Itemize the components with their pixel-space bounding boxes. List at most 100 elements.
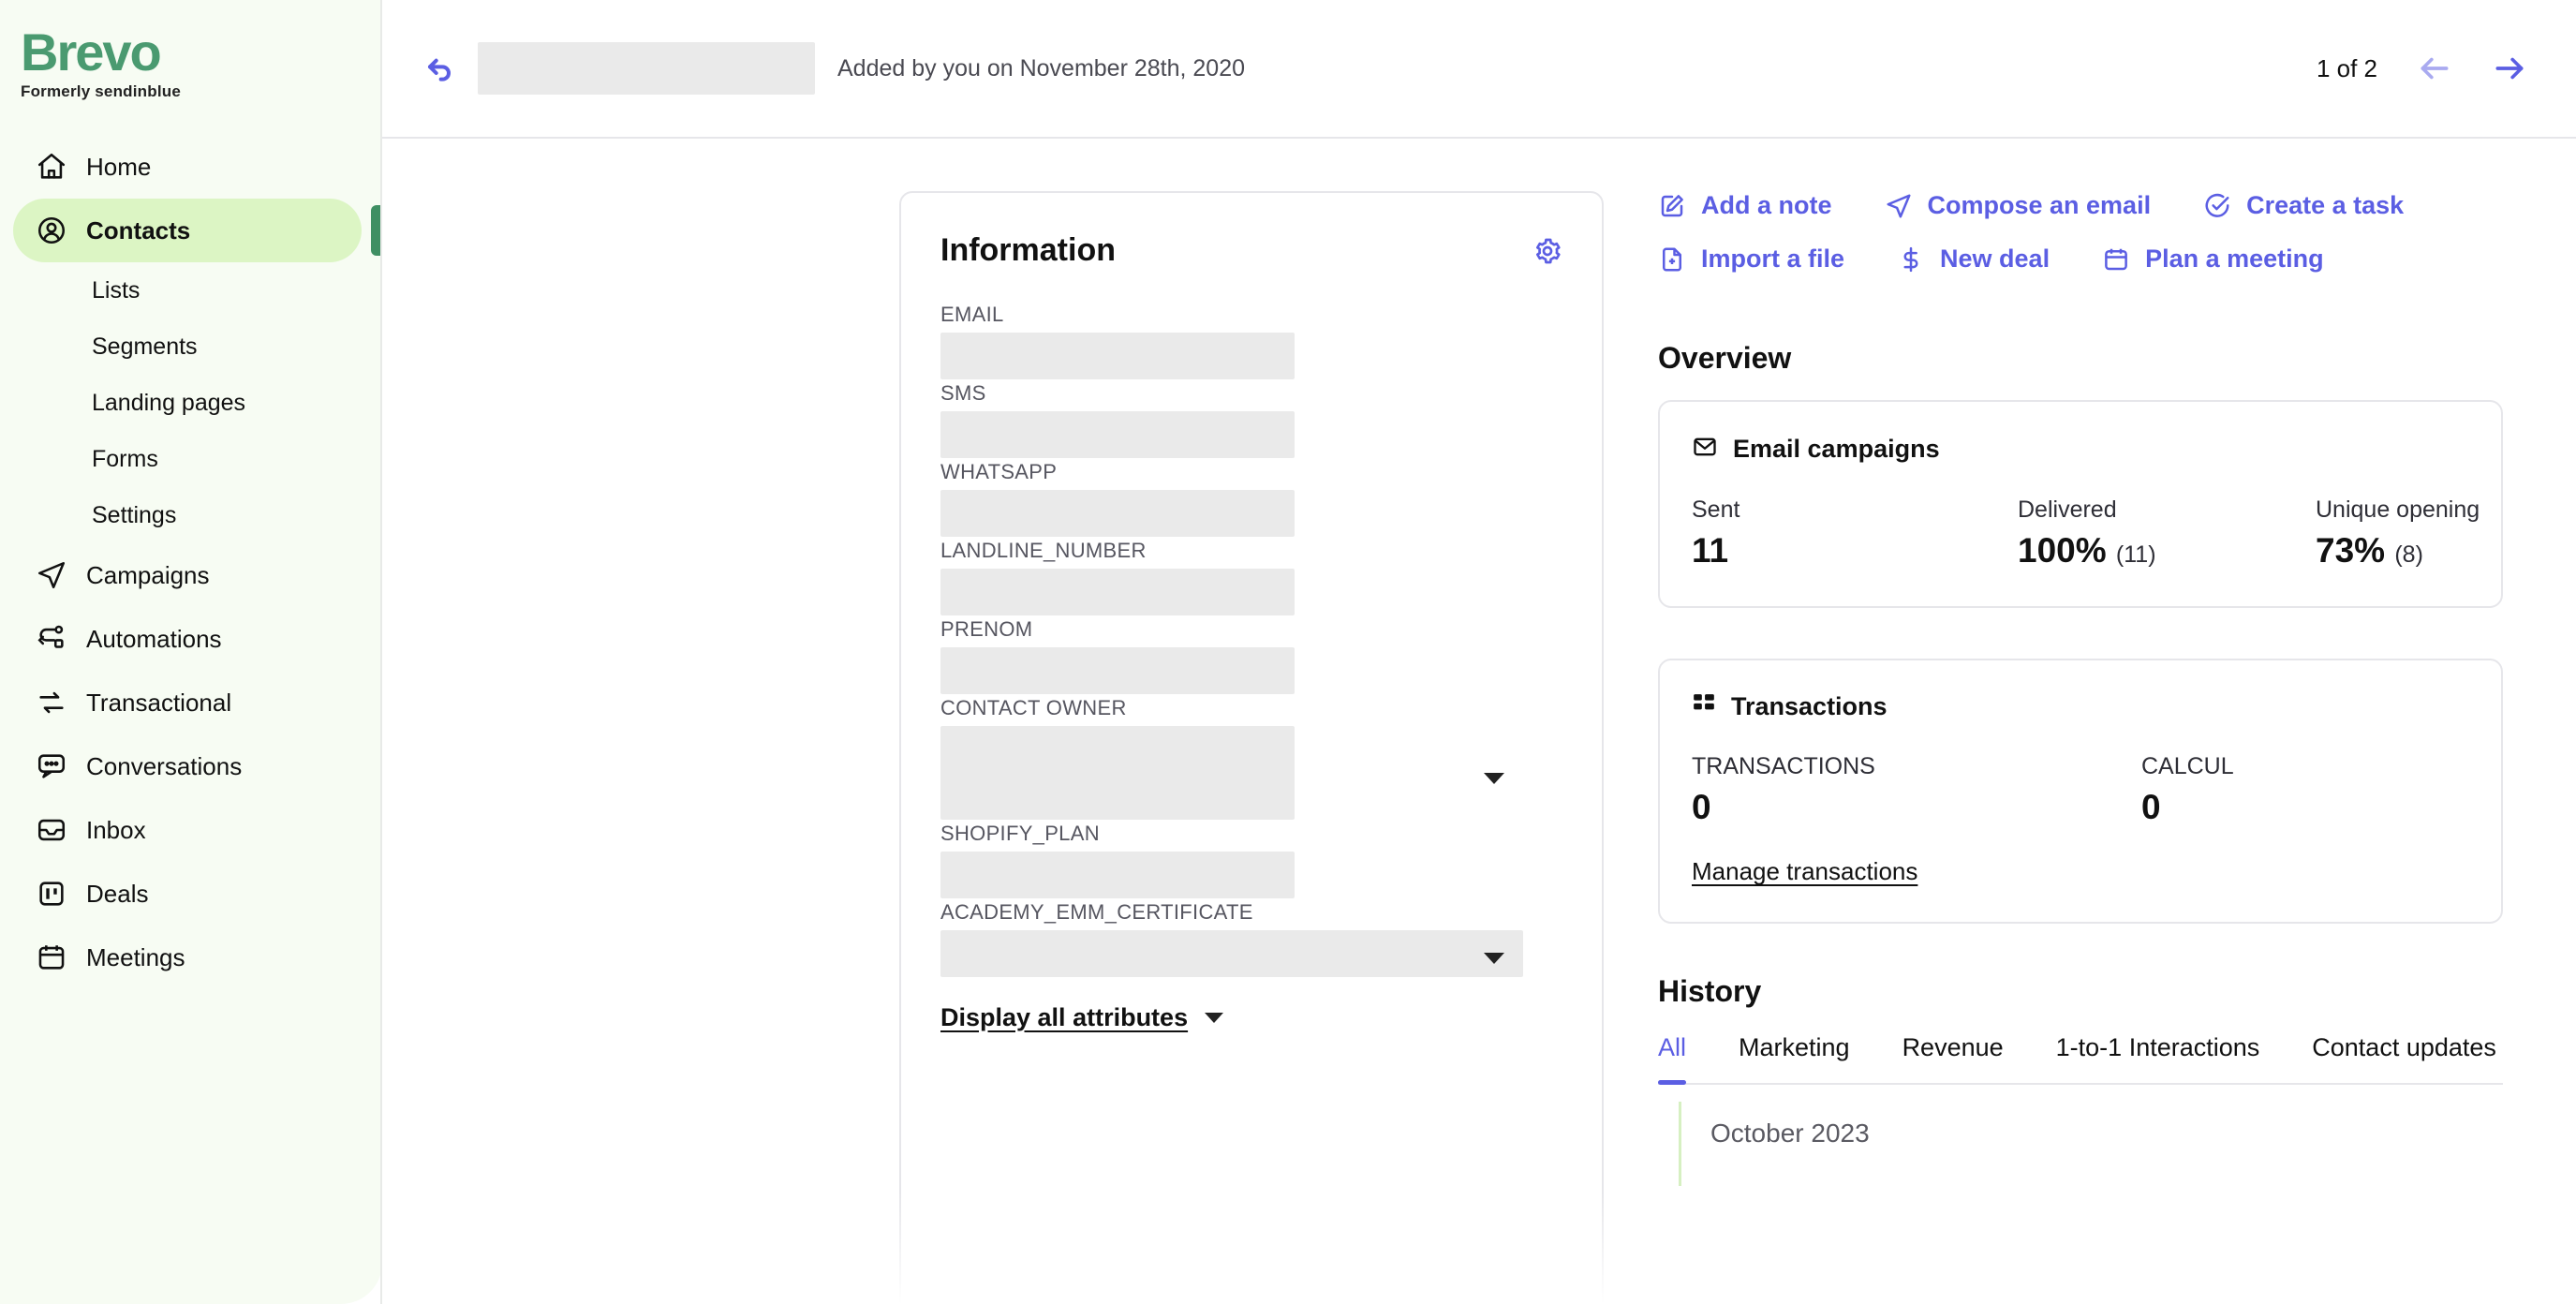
tab-label: 1-to-1 Interactions <box>2055 1033 2260 1061</box>
tab-revenue[interactable]: Revenue <box>1902 1033 2004 1083</box>
brand-logo[interactable]: Brevo Formerly sendinblue <box>0 13 382 101</box>
sidebar-item-label: Contacts <box>86 215 191 244</box>
sidebar-item-segments[interactable]: Segments <box>13 319 362 375</box>
grid-icon <box>1692 692 1716 721</box>
whatsapp-field[interactable] <box>940 490 1295 537</box>
manage-transactions-link[interactable]: Manage transactions <box>1692 857 1917 886</box>
stat-number: 100% <box>2018 531 2107 570</box>
brand-tagline: Formerly sendinblue <box>21 82 182 100</box>
send-icon <box>32 556 71 595</box>
import-a-file-button[interactable]: Import a file <box>1658 244 1844 274</box>
gear-icon[interactable] <box>1532 236 1562 266</box>
field-prenom: PRENOM <box>940 617 1562 694</box>
sidebar-item-label: Home <box>86 152 152 181</box>
stat-value: 11 <box>1692 531 2018 570</box>
create-a-task-button[interactable]: Create a task <box>2203 191 2404 220</box>
stat-calcul: CALCUL 0 <box>2141 753 2234 827</box>
contact-icon <box>32 211 71 250</box>
tab-1-to-1-interactions[interactable]: 1-to-1 Interactions <box>2056 1033 2260 1083</box>
information-card: Information EMAIL SMS WHATSAPP LANDLINE_… <box>899 191 1604 1304</box>
calendar-icon <box>2102 245 2130 274</box>
stat-value: 73% (8) <box>2316 531 2576 570</box>
sms-field[interactable] <box>940 411 1295 458</box>
field-label: EMAIL <box>940 303 1004 326</box>
chevron-down-icon[interactable] <box>1484 953 1504 964</box>
email-field[interactable] <box>940 333 1295 379</box>
field-sms: SMS <box>940 381 1562 458</box>
stat-value: 0 <box>1692 788 1711 826</box>
tab-label: Contact updates <box>2312 1033 2496 1061</box>
sidebar-item-lists[interactable]: Lists <box>13 262 362 319</box>
action-label: Add a note <box>1701 191 1832 219</box>
academy-emm-certificate-select[interactable] <box>940 930 1523 977</box>
prenom-field[interactable] <box>940 647 1295 694</box>
sidebar-item-settings[interactable]: Settings <box>13 487 362 543</box>
email-campaign-stats: Sent 11 Delivered 100% (11) Unique openi… <box>1692 496 2480 570</box>
sidebar-item-automations[interactable]: Automations <box>13 607 362 671</box>
arrow-left-icon[interactable] <box>2417 51 2452 86</box>
quick-actions-toolbar: Add a note Compose an email Create a tas… <box>1658 191 2503 298</box>
shopify-plan-field[interactable] <box>940 852 1295 898</box>
display-all-attributes-button[interactable]: Display all attributes <box>940 1003 1562 1032</box>
file-plus-icon <box>1658 245 1686 274</box>
stat-label: Sent <box>1692 496 1740 523</box>
back-arrow-icon[interactable] <box>414 43 465 94</box>
landline-number-field[interactable] <box>940 569 1295 615</box>
field-label: CONTACT OWNER <box>940 696 1127 719</box>
pagination: 1 of 2 <box>2317 51 2527 86</box>
stat-label: Unique opening <box>2316 496 2480 523</box>
stat-delivered: Delivered 100% (11) <box>2018 496 2316 570</box>
timeline-month-label: October 2023 <box>1710 1119 1870 1148</box>
tab-contact-updates[interactable]: Contact updates <box>2312 1033 2496 1083</box>
panel-header: Transactions <box>1692 692 2469 721</box>
note-edit-icon <box>1658 192 1686 220</box>
sidebar-item-label: Campaigns <box>86 560 210 589</box>
display-all-attributes-label: Display all attributes <box>940 1003 1189 1031</box>
panel-title: Transactions <box>1731 692 1888 720</box>
stat-number: 11 <box>1692 531 1729 570</box>
action-label: Create a task <box>2246 191 2405 219</box>
brand-name: Brevo <box>21 22 162 82</box>
chat-icon <box>32 747 71 786</box>
sidebar-item-inbox[interactable]: Inbox <box>13 798 362 862</box>
new-deal-button[interactable]: New deal <box>1897 244 2050 274</box>
contact-name-redacted[interactable] <box>478 42 815 95</box>
field-label: SHOPIFY_PLAN <box>940 822 1100 845</box>
field-label: WHATSAPP <box>940 460 1058 483</box>
tab-label: Marketing <box>1739 1033 1850 1061</box>
action-label: Compose an email <box>1927 191 2152 219</box>
stat-label: TRANSACTIONS <box>1692 753 1875 779</box>
sidebar-item-meetings[interactable]: Meetings <box>13 926 362 989</box>
sidebar-item-label: Lists <box>92 276 141 304</box>
history-timeline: October 2023 <box>1658 1085 2503 1186</box>
contact-owner-select[interactable] <box>940 726 1295 820</box>
stat-unique-opening: Unique opening 73% (8) <box>2316 496 2576 570</box>
action-label: Import a file <box>1701 244 1845 273</box>
sidebar-item-forms[interactable]: Forms <box>13 431 362 487</box>
sidebar-item-transactional[interactable]: Transactional <box>13 671 362 734</box>
tab-all[interactable]: All <box>1658 1033 1687 1085</box>
arrow-right-icon[interactable] <box>2492 51 2527 86</box>
field-landline-number: LANDLINE_NUMBER <box>940 539 1562 615</box>
sidebar-item-conversations[interactable]: Conversations <box>13 734 362 798</box>
plan-a-meeting-button[interactable]: Plan a meeting <box>2102 244 2324 274</box>
check-circle-icon <box>2203 192 2231 220</box>
active-indicator <box>371 205 380 256</box>
page-title: Information <box>940 232 1116 268</box>
transactions-panel: Transactions TRANSACTIONS 0 CALCUL 0 Man… <box>1658 659 2503 924</box>
sidebar-item-contacts[interactable]: Contacts <box>13 199 380 262</box>
tab-marketing[interactable]: Marketing <box>1739 1033 1850 1083</box>
field-email: EMAIL <box>940 303 1562 379</box>
sidebar-item-label: Deals <box>86 879 149 908</box>
main-area: Added by you on November 28th, 2020 1 of… <box>382 0 2576 1304</box>
chevron-down-icon[interactable] <box>1484 773 1504 784</box>
add-a-note-button[interactable]: Add a note <box>1658 191 1832 220</box>
sidebar-item-landing-pages[interactable]: Landing pages <box>13 375 362 431</box>
stat-subvalue: (11) <box>2115 541 2156 568</box>
sidebar-item-campaigns[interactable]: Campaigns <box>13 543 362 607</box>
sidebar-item-home[interactable]: Home <box>13 135 362 199</box>
compose-an-email-button[interactable]: Compose an email <box>1885 191 2152 220</box>
sidebar-item-deals[interactable]: Deals <box>13 862 362 926</box>
sidebar-item-label: Inbox <box>86 815 146 844</box>
information-column: Information EMAIL SMS WHATSAPP LANDLINE_… <box>382 191 1604 1304</box>
